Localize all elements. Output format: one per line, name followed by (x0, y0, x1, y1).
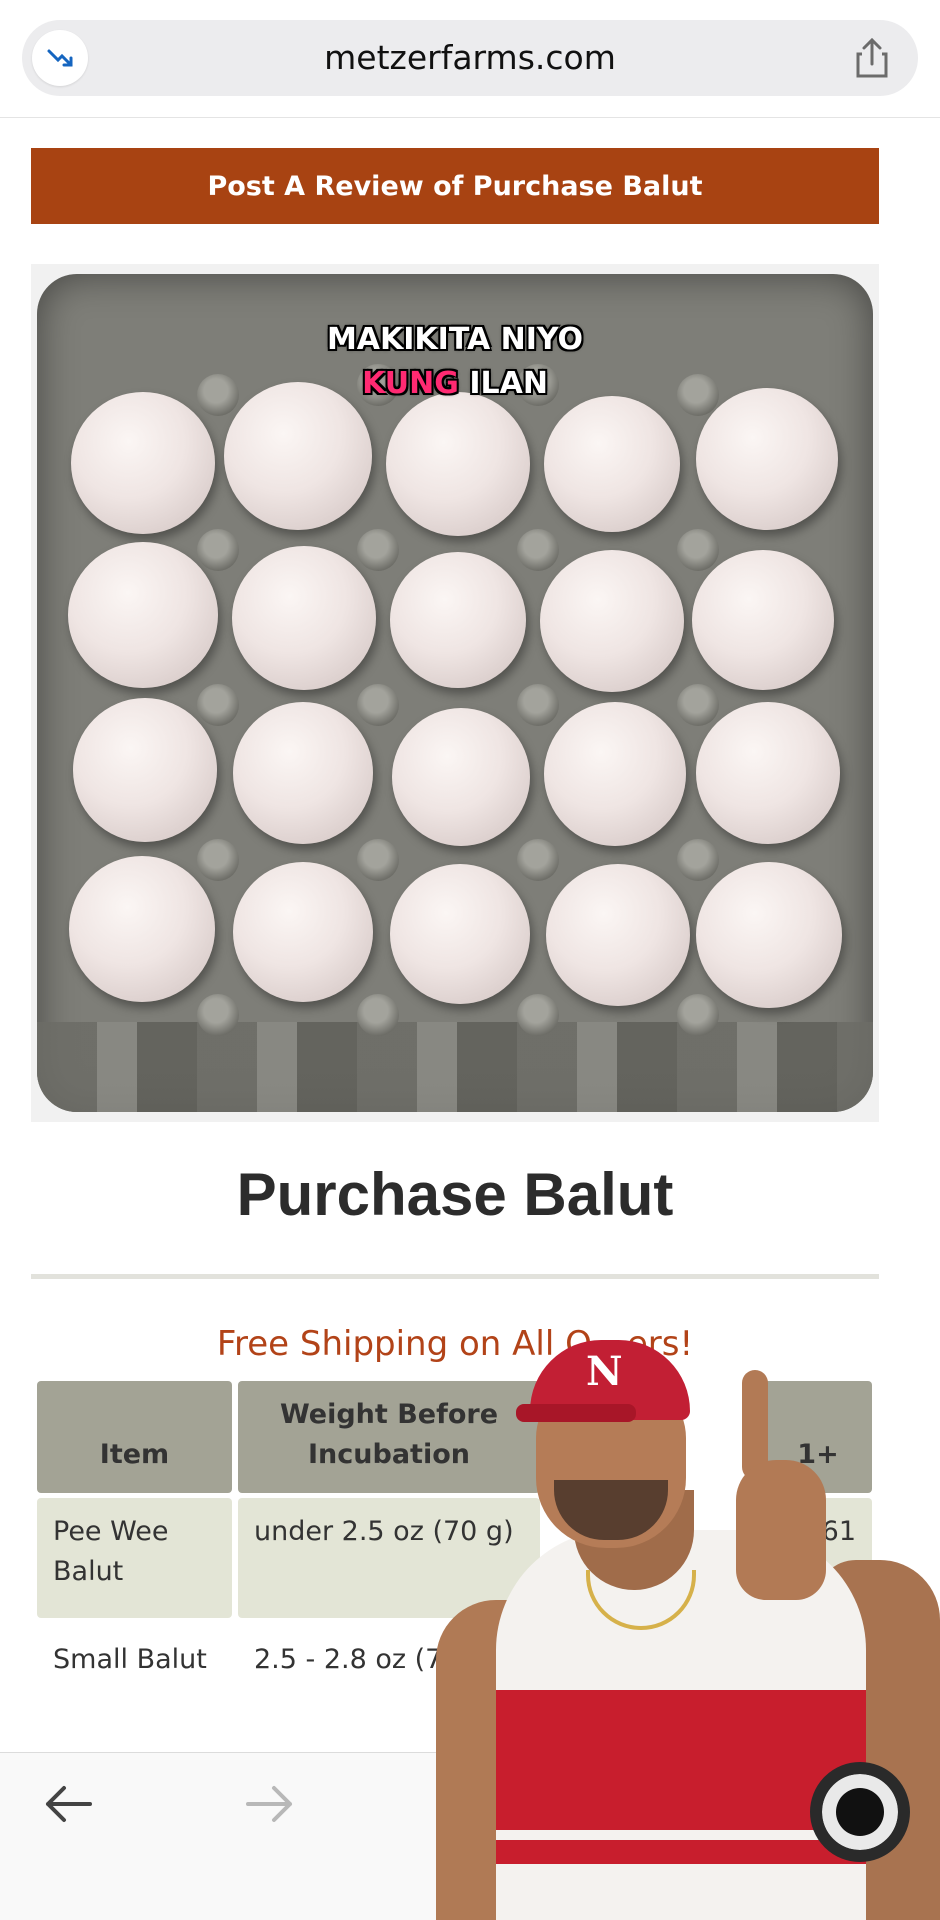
egg (540, 550, 684, 692)
tray-cup (357, 994, 399, 1036)
arrow-left-icon[interactable] (40, 1779, 96, 1829)
tray-cup (517, 994, 559, 1036)
tray-cup (197, 994, 239, 1036)
presenter-hand (736, 1460, 826, 1600)
egg (392, 708, 530, 846)
video-caption: MAKIKITA NIYO KUNG ILAN (31, 318, 879, 406)
table-cell-item: Small Balut (53, 1644, 207, 1675)
tray-cup (677, 684, 719, 726)
egg (544, 702, 686, 846)
egg (233, 702, 373, 844)
caption-rest: ILAN (469, 366, 548, 401)
tray-cup (197, 684, 239, 726)
page-title: Purchase Balut (236, 1161, 674, 1228)
egg (696, 862, 842, 1008)
url-text[interactable]: metzerfarms.com (22, 20, 918, 96)
egg (696, 388, 838, 530)
post-review-button[interactable]: Post A Review of Purchase Balut (31, 148, 879, 224)
tank-stripe (496, 1840, 866, 1864)
tray-cup (677, 994, 719, 1036)
egg (69, 856, 215, 1002)
tray-cup (357, 839, 399, 881)
arrow-right-icon[interactable] (242, 1779, 298, 1829)
tray-cup (517, 839, 559, 881)
record-button-icon[interactable] (810, 1762, 910, 1862)
egg (390, 552, 526, 688)
browser-address-area: metzerfarms.com (0, 0, 940, 118)
egg (692, 550, 834, 690)
egg (233, 862, 373, 1002)
caption-highlight: KUNG (362, 366, 459, 401)
table-header-item: Item (37, 1381, 232, 1493)
egg (71, 392, 215, 534)
tray-cup (517, 684, 559, 726)
cap-brim (516, 1404, 636, 1422)
tray-cup (357, 684, 399, 726)
address-bar[interactable]: metzerfarms.com (22, 20, 918, 96)
tray-cup (197, 839, 239, 881)
tray-cup (677, 839, 719, 881)
tray-cup (517, 529, 559, 571)
egg (73, 698, 217, 842)
caption-line-1: MAKIKITA NIYO (326, 322, 584, 357)
tray-cup (357, 529, 399, 571)
egg (232, 546, 376, 690)
title-divider (31, 1274, 879, 1279)
product-image: MAKIKITA NIYO KUNG ILAN (31, 264, 879, 1122)
egg (544, 396, 680, 532)
cap-logo: N (586, 1348, 623, 1395)
egg (696, 702, 840, 844)
egg (390, 864, 530, 1004)
tray-cup (677, 529, 719, 571)
share-icon[interactable] (852, 36, 892, 80)
table-cell-item: Pee Wee Balut (37, 1498, 232, 1618)
egg (546, 864, 690, 1006)
egg (386, 392, 530, 536)
caption-line-2: KUNG ILAN (31, 362, 879, 406)
tray-cup (197, 529, 239, 571)
egg (68, 542, 218, 688)
tray-ridges (37, 1022, 873, 1112)
